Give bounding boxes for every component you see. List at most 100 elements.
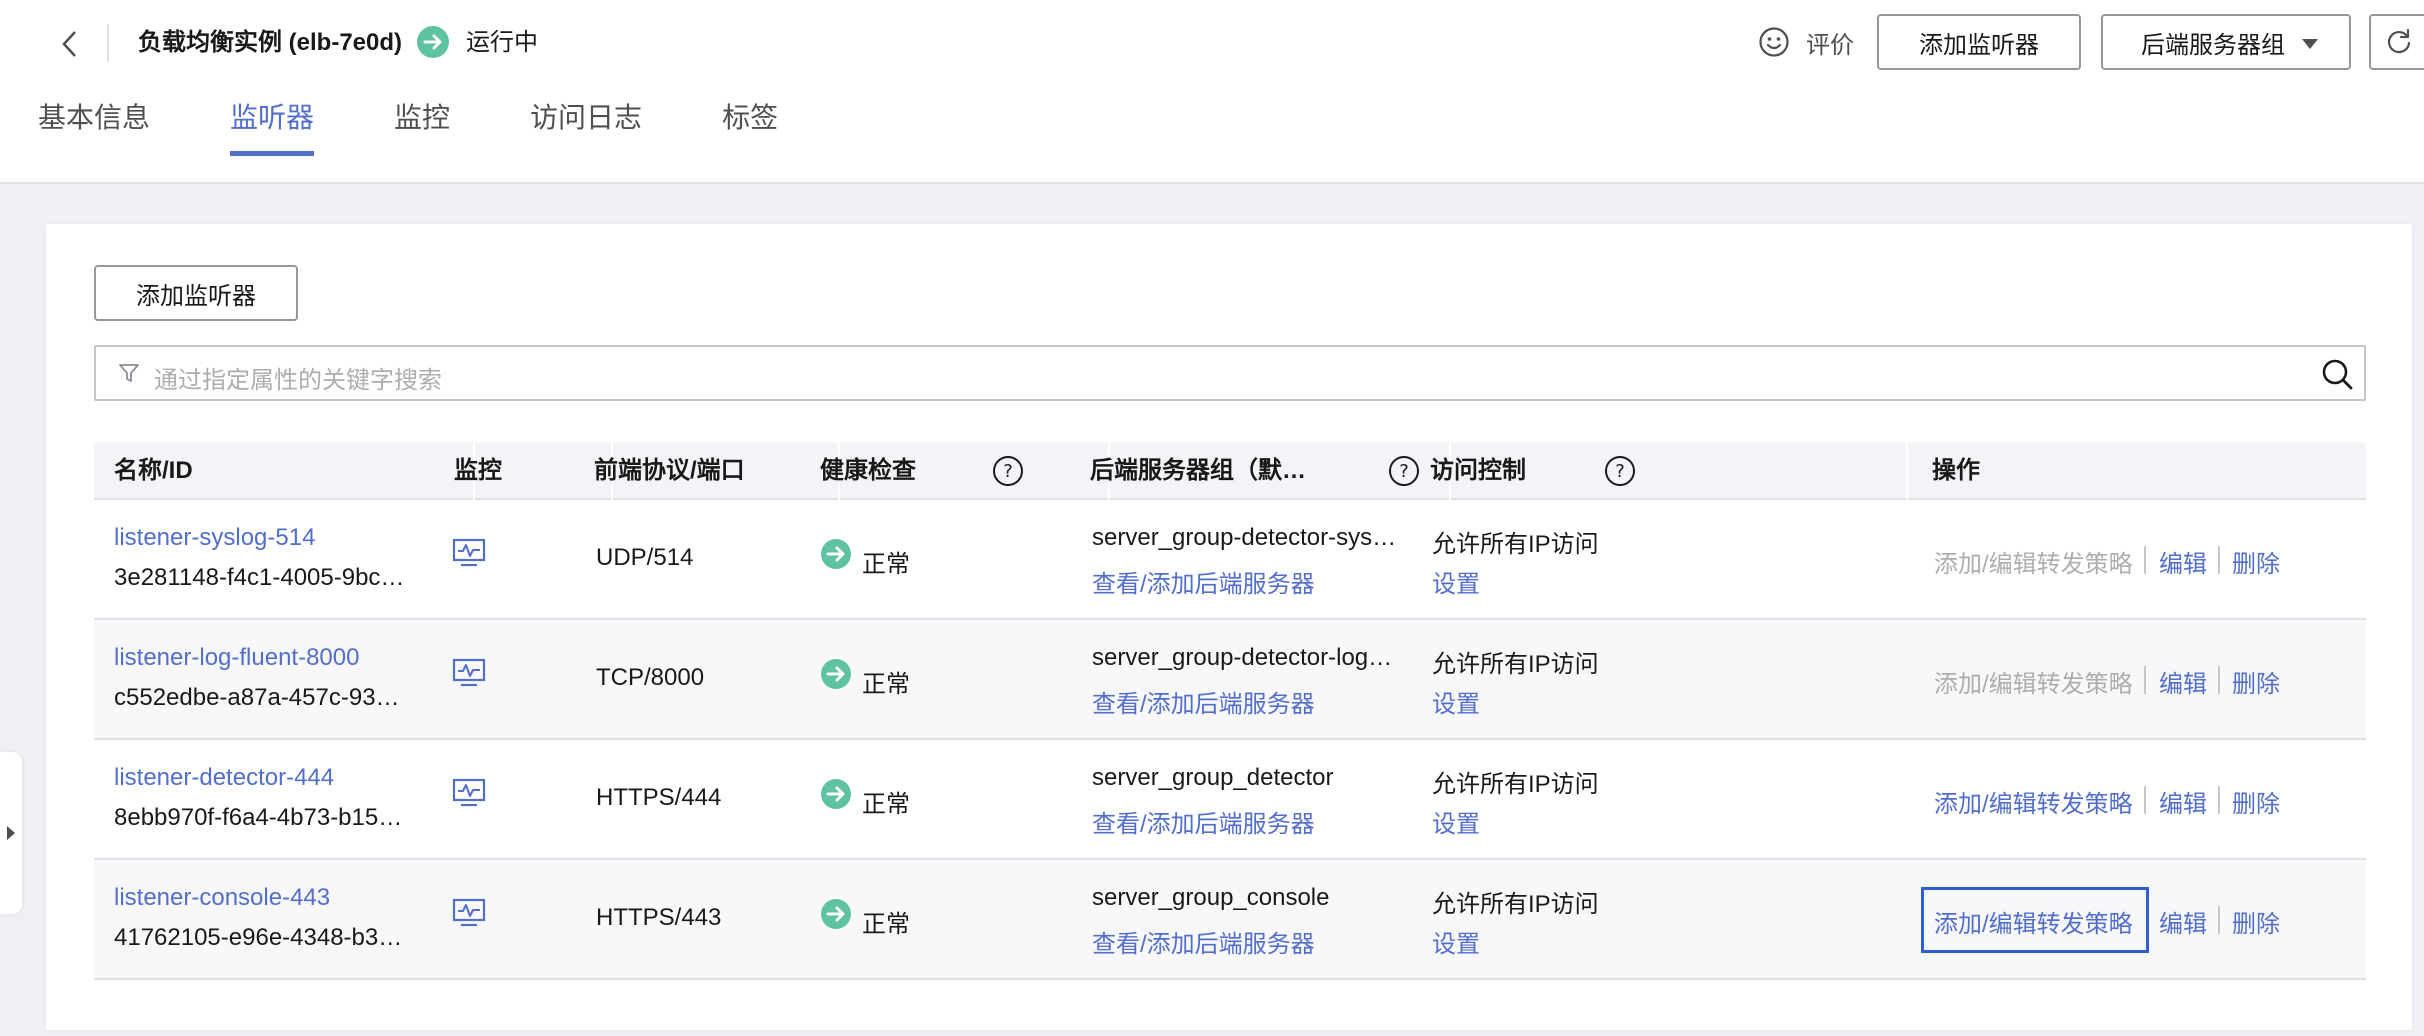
listener-id: c552edbe-a87a-457c-93… [114,684,400,711]
tab-listeners[interactable]: 监听器 [230,96,315,158]
access-settings-link[interactable]: 设置 [1432,684,1480,719]
monitor-chart-icon[interactable] [452,898,486,928]
instance-status: 运行中 [466,29,538,56]
listener-name-link[interactable]: listener-console-443 [114,884,330,912]
server-group-name: server_group-detector-sys… [1092,524,1397,551]
search-icon[interactable] [2320,357,2354,391]
access-control-value: 允许所有IP访问 [1432,771,1599,798]
svg-text:?: ? [1399,461,1409,482]
search-placeholder: 通过指定属性的关键字搜索 [154,367,442,394]
view-add-servers-link[interactable]: 查看/添加后端服务器 [1092,924,1315,959]
filter-icon [119,364,139,382]
col-name: 名称/ID [114,457,193,484]
view-add-servers-link[interactable]: 查看/添加后端服务器 [1092,804,1315,839]
tab-monitoring[interactable]: 监控 [394,96,450,158]
delete-link[interactable]: 删除 [2232,544,2280,579]
health-status: 正常 [862,671,910,698]
monitor-chart-icon[interactable] [452,538,486,568]
protocol-port: HTTPS/444 [596,784,722,811]
listener-id: 41762105-e96e-4348-b3… [114,924,403,951]
forwarding-policy-link: 添加/编辑转发策略 [1934,551,2133,578]
edit-link[interactable]: 编辑 [2159,904,2207,939]
col-protocol: 前端协议/端口 [594,457,745,484]
access-settings-link[interactable]: 设置 [1432,564,1480,599]
col-health: 健康检查 [820,457,916,484]
server-group-name: server_group_console [1092,884,1330,911]
listener-id: 3e281148-f4c1-4005-9bc… [114,564,405,591]
col-server-group: 后端服务器组（默… [1090,457,1306,484]
server-group-dropdown-label: 后端服务器组 [2141,31,2285,59]
healthy-status-icon [821,539,851,569]
monitor-chart-icon[interactable] [452,658,486,688]
edit-link[interactable]: 编辑 [2159,784,2207,819]
listener-id: 8ebb970f-f6a4-4b73-b15… [114,804,403,831]
protocol-port: HTTPS/443 [596,904,722,931]
feedback-label: 评价 [1806,31,1854,59]
tab-bar: 基本信息 监听器 监控 访问日志 标签 [38,96,858,158]
monitor-chart-icon[interactable] [452,778,486,808]
feedback-button[interactable]: 评价 [1758,21,1854,63]
svg-text:?: ? [1615,461,1625,482]
side-panel-toggle[interactable] [0,752,22,914]
add-listener-button[interactable]: 添加监听器 [94,265,298,321]
search-input[interactable]: 通过指定属性的关键字搜索 [94,345,2366,401]
healthy-status-icon [821,779,851,809]
server-group-name: server_group_detector [1092,764,1334,791]
access-settings-link[interactable]: 设置 [1432,804,1480,839]
caret-right-icon [7,826,15,840]
protocol-port: TCP/8000 [596,664,705,691]
health-status: 正常 [862,551,910,578]
tab-basic-info[interactable]: 基本信息 [38,96,150,158]
view-add-servers-link[interactable]: 查看/添加后端服务器 [1092,564,1315,599]
page-header: 负载均衡实例 (elb-7e0d) 运行中 评价 添加监听器 后端服务器组 基本… [0,0,2424,184]
access-control-value: 允许所有IP访问 [1432,531,1599,558]
tab-tags[interactable]: 标签 [722,96,778,158]
server-group-dropdown[interactable]: 后端服务器组 [2101,14,2351,70]
access-control-value: 允许所有IP访问 [1432,651,1599,678]
health-help-icon[interactable]: ? [992,455,1024,487]
health-status: 正常 [862,911,910,938]
table-row: listener-syslog-514 3e281148-f4c1-4005-9… [94,500,2366,620]
access-help-icon[interactable]: ? [1604,455,1636,487]
delete-link[interactable]: 删除 [2232,664,2280,699]
listener-name-link[interactable]: listener-detector-444 [114,764,334,792]
server-group-help-icon[interactable]: ? [1388,455,1420,487]
healthy-status-icon [821,659,851,689]
listener-name-link[interactable]: listener-log-fluent-8000 [114,644,359,672]
add-listener-header-button[interactable]: 添加监听器 [1877,14,2081,70]
edit-link[interactable]: 编辑 [2159,664,2207,699]
listener-table: 名称/ID 监控 前端协议/端口 健康检查 ? 后端服务器组（默… ? 访问控制… [94,442,2366,980]
col-access-control: 访问控制 [1430,457,1526,484]
edit-link[interactable]: 编辑 [2159,544,2207,579]
server-group-name: server_group-detector-log… [1092,644,1393,671]
tab-access-logs[interactable]: 访问日志 [530,96,642,158]
access-settings-link[interactable]: 设置 [1432,924,1480,959]
healthy-status-icon [821,899,851,929]
protocol-port: UDP/514 [596,544,694,571]
health-status: 正常 [862,791,910,818]
table-row: listener-console-443 41762105-e96e-4348-… [94,860,2366,980]
page-title: 负载均衡实例 (elb-7e0d) [138,29,403,56]
title-divider [107,24,109,62]
access-control-value: 允许所有IP访问 [1432,891,1599,918]
view-add-servers-link[interactable]: 查看/添加后端服务器 [1092,684,1315,719]
table-header: 名称/ID 监控 前端协议/端口 健康检查 ? 后端服务器组（默… ? 访问控制… [94,442,2366,500]
delete-link[interactable]: 删除 [2232,904,2280,939]
table-row: listener-detector-444 8ebb970f-f6a4-4b73… [94,740,2366,860]
smiley-icon [1759,27,1789,57]
forwarding-policy-link[interactable]: 添加/编辑转发策略 [1934,904,2133,939]
forwarding-policy-link: 添加/编辑转发策略 [1934,671,2133,698]
refresh-button[interactable] [2369,14,2424,70]
forwarding-policy-link[interactable]: 添加/编辑转发策略 [1934,784,2133,819]
svg-text:?: ? [1003,461,1013,482]
back-arrow-icon[interactable] [50,24,90,64]
listener-panel: 添加监听器 通过指定属性的关键字搜索 名称/ID 监控 前端协议/端口 健康检查… [46,224,2412,1030]
running-status-icon [417,26,449,58]
caret-down-icon [2302,39,2318,49]
col-actions: 操作 [1932,457,1980,484]
listener-name-link[interactable]: listener-syslog-514 [114,524,315,552]
table-row: listener-log-fluent-8000 c552edbe-a87a-4… [94,620,2366,740]
delete-link[interactable]: 删除 [2232,784,2280,819]
col-monitor: 监控 [454,457,502,484]
refresh-icon [2387,28,2411,54]
